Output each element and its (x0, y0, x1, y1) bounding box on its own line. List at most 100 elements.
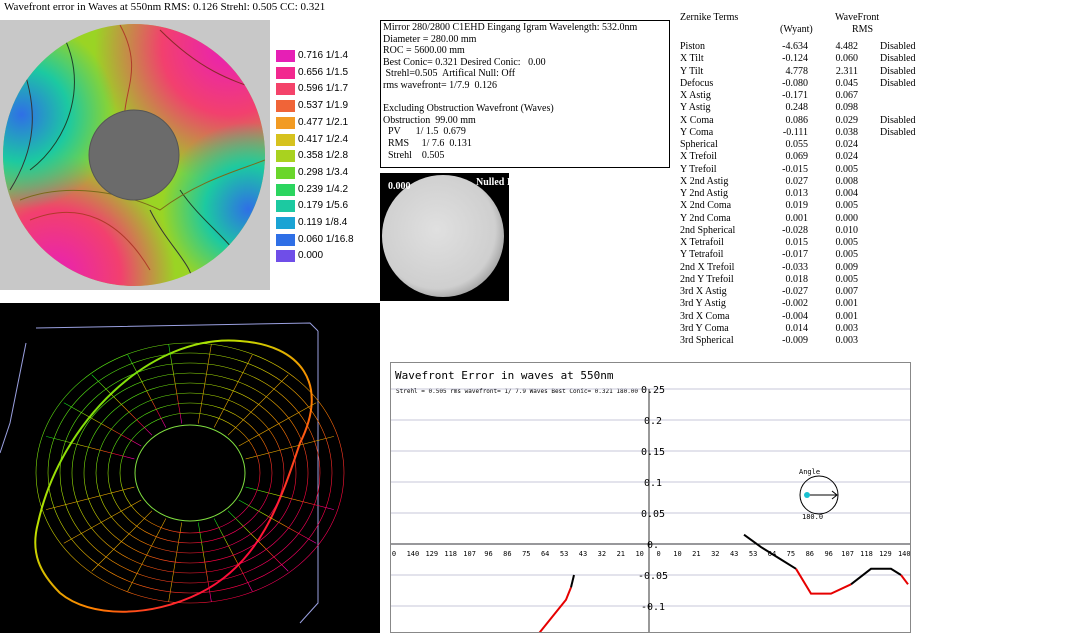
legend-swatch (276, 50, 295, 62)
legend-swatch (276, 116, 295, 129)
zernike-wyant: -0.028 (782, 224, 808, 236)
zernike-wyant: -0.015 (782, 163, 808, 175)
y-tick-label: 0.15 (641, 447, 665, 458)
legend-swatch (276, 217, 295, 229)
x-tick-label: 0 (392, 550, 396, 558)
zernike-name: 2nd Spherical (680, 224, 736, 236)
zernike-name: Y 2nd Astig (680, 188, 728, 199)
x-tick-label: 64 (541, 550, 549, 558)
legend-swatch (276, 233, 295, 246)
zernike-rms: 0.003 (835, 335, 859, 346)
x-tick-label: 118 (444, 550, 457, 558)
zernike-name: Spherical (680, 139, 718, 150)
zernike-rms: 0.098 (835, 102, 859, 114)
surface-svg (0, 322, 345, 624)
zernike-wyant: 0.248 (785, 102, 809, 114)
legend-label: 0.596 1/1.7 (298, 83, 349, 95)
zernike-name: 3rd Y Coma (680, 322, 729, 334)
zernike-rms: 0.005 (835, 163, 859, 175)
zernike-rms: 0.001 (835, 310, 859, 322)
zernike-name: X Astig (680, 90, 711, 101)
zernike-wyant: 0.018 (785, 273, 809, 285)
angle-label: Angle (799, 468, 820, 476)
legend-swatch (276, 250, 295, 263)
zernike-header-wavefront: WaveFront (835, 12, 880, 23)
zernike-wyant: -0.080 (782, 77, 808, 89)
zernike-name: X Trefoil (680, 151, 717, 163)
zernike-rms: 0.005 (835, 249, 859, 261)
x-tick-label: 43 (579, 550, 587, 558)
info-line: ROC = 5600.00 mm (383, 45, 465, 57)
y-tick-label: 0.25 (641, 385, 665, 396)
y-tick-label: -0.1 (641, 602, 665, 613)
nulled-left-label: 0.000 (388, 181, 411, 192)
legend-swatch (276, 100, 295, 113)
zernike-header: Zernike Terms (680, 12, 739, 23)
zernike-name: Y Astig (680, 102, 711, 114)
x-tick-label: 118 (860, 550, 873, 558)
nulled-igram-thumbnail[interactable]: 0.000 Nulled I (380, 173, 511, 301)
legend-label: 0.239 1/4.2 (298, 183, 349, 195)
zernike-rms: 0.000 (835, 212, 859, 224)
zernike-rms: 0.001 (835, 298, 859, 310)
info-line: Mirror 280/2800 C1EHD Eingang Igram Wave… (383, 22, 638, 33)
nulled-right-label: Nulled I (476, 177, 511, 188)
x-tick-label: 86 (806, 550, 814, 558)
x-tick-label: 10 (635, 550, 643, 558)
x-tick-label: 32 (598, 550, 606, 558)
x-tick-label: 129 (425, 550, 438, 558)
zernike-rms: 0.007 (835, 286, 859, 297)
zernike-wyant: -0.009 (782, 335, 808, 346)
x-tick-label: 107 (841, 550, 854, 558)
zernike-wyant: 0.015 (785, 237, 809, 248)
zernike-rms: 0.003 (835, 322, 859, 334)
legend-label: 0.298 1/3.4 (298, 166, 349, 178)
zernike-rms: 0.029 (835, 114, 859, 126)
zernike-name: X Tilt (680, 53, 704, 65)
wavefront-contour-map[interactable] (0, 20, 270, 290)
zernike-wyant: -0.124 (782, 53, 808, 65)
zernike-name: 3rd Spherical (680, 335, 734, 346)
info-line (383, 92, 667, 104)
zernike-name: 2nd Y Trefoil (680, 273, 734, 285)
y-tick-label: -0.05 (638, 571, 668, 582)
zernike-sub-wyant: (Wyant) (780, 24, 813, 35)
x-tick-label: 75 (522, 550, 530, 558)
info-line: Strehl=0.505 Artifical Null: Off (383, 68, 516, 80)
x-tick-label: 96 (824, 550, 832, 558)
zernike-name: Y 2nd Coma (680, 212, 731, 224)
info-line: Diameter = 280.00 mm (383, 33, 477, 45)
zernike-name: 3rd X Coma (680, 310, 730, 322)
x-tick-label: 86 (503, 550, 511, 558)
wavefront-profile-plot[interactable]: Wavefront Error in waves at 550nm Strehl… (390, 362, 911, 633)
zernike-sub-rms: RMS (852, 24, 874, 35)
zernike-name: X 2nd Astig (680, 175, 729, 187)
3d-surface-view[interactable] (0, 303, 380, 633)
x-tick-label: 75 (787, 550, 795, 558)
zernike-status: Disabled (880, 53, 916, 65)
x-tick-label: 10 (673, 550, 681, 558)
zernike-rms: 2.311 (835, 65, 858, 77)
zernike-wyant: -0.111 (782, 126, 808, 138)
angle-handle[interactable] (804, 492, 810, 498)
legend-label: 0.119 1/8.4 (298, 217, 348, 228)
x-tick-label: 96 (484, 550, 492, 558)
y-tick-label: 0.1 (644, 478, 662, 489)
zernike-wyant: -0.002 (782, 298, 808, 310)
zernike-rms: 0.004 (835, 188, 859, 199)
zernike-wyant: -0.171 (782, 90, 808, 101)
zernike-rms: 0.005 (835, 273, 859, 285)
zernike-status: Disabled (880, 126, 916, 138)
zernike-wyant: 0.055 (785, 139, 809, 150)
info-line: PV 1/ 1.5 0.679 (383, 126, 466, 138)
x-tick-label: 21 (617, 550, 625, 558)
legend-swatch (276, 183, 295, 196)
legend-label: 0.179 1/5.6 (298, 200, 349, 212)
x-tick-label: 107 (463, 550, 476, 558)
x-tick-label: 53 (560, 550, 568, 558)
x-tick-label: 43 (730, 550, 738, 558)
zernike-wyant: 0.027 (785, 175, 809, 187)
zernike-wyant: 0.069 (785, 151, 809, 163)
zernike-name: 2nd X Trefoil (680, 261, 735, 273)
zernike-status: Disabled (880, 114, 916, 126)
